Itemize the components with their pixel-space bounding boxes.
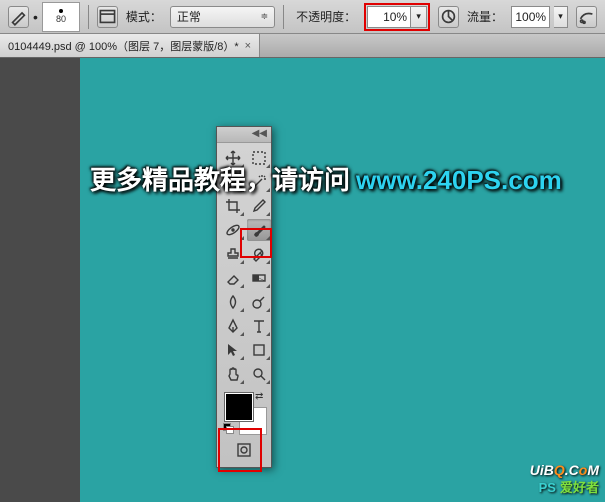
eyedropper-tool[interactable]	[247, 195, 271, 217]
blur-tool[interactable]	[221, 291, 245, 313]
watermark-url: www.240PS.com	[356, 165, 562, 196]
brush-preset-picker[interactable]: 80	[42, 2, 80, 32]
dot-icon: •	[33, 9, 38, 25]
tools-panel-header[interactable]: ◀◀	[217, 127, 271, 143]
watermark-text: 更多精品教程，请访问 www.240PS.com	[90, 160, 562, 197]
collapse-icon[interactable]: ◀◀	[252, 128, 267, 139]
flow-label: 流量：	[467, 8, 503, 25]
type-tool[interactable]	[247, 315, 271, 337]
eraser-tool[interactable]	[221, 267, 245, 289]
separator	[88, 5, 89, 29]
opacity-input[interactable]: 10%	[367, 6, 411, 28]
brush-size-value: 80	[56, 15, 66, 24]
opacity-label: 不透明度：	[296, 8, 356, 25]
shape-tool[interactable]	[247, 339, 271, 361]
brush-tool[interactable]	[247, 219, 271, 241]
path-selection-tool[interactable]	[221, 339, 245, 361]
zoom-tool[interactable]	[247, 363, 271, 385]
close-tab-icon[interactable]: ×	[245, 40, 251, 52]
flow-input[interactable]: 100%	[511, 6, 550, 28]
chevron-updown-icon: ≑	[261, 11, 269, 22]
clone-stamp-tool[interactable]	[221, 243, 245, 265]
brush-panel-toggle[interactable]	[97, 6, 118, 28]
gradient-tool[interactable]	[247, 267, 271, 289]
document-tab[interactable]: 0104449.psd @ 100%（图层 7，图层蒙版/8）* ×	[0, 34, 260, 57]
healing-brush-tool[interactable]	[221, 219, 245, 241]
pen-tool[interactable]	[221, 315, 245, 337]
opacity-value: 10%	[383, 10, 407, 24]
blend-mode-dropdown[interactable]: 正常 ≑	[170, 6, 275, 28]
flow-dropdown-arrow[interactable]: ▾	[554, 6, 568, 28]
options-bar: • 80 模式： 正常 ≑ 不透明度： 10% ▾ 流量： 100% ▾	[0, 0, 605, 34]
hand-tool[interactable]	[221, 363, 245, 385]
corner-watermark-site: UiBQ.CoM	[530, 462, 599, 478]
watermark-prefix: 更多精品教程，请访问	[90, 160, 350, 197]
pressure-opacity-toggle[interactable]	[438, 6, 459, 28]
default-colors-icon[interactable]	[223, 423, 233, 433]
airbrush-toggle[interactable]	[576, 6, 597, 28]
history-brush-tool[interactable]	[247, 243, 271, 265]
workspace-area	[0, 58, 605, 502]
swap-colors-icon[interactable]: ⇄	[255, 391, 263, 402]
crop-tool[interactable]	[221, 195, 245, 217]
canvas[interactable]	[80, 58, 605, 502]
tool-preset-picker[interactable]	[8, 6, 29, 28]
document-tab-bar: 0104449.psd @ 100%（图层 7，图层蒙版/8）* ×	[0, 34, 605, 58]
mode-label: 模式：	[126, 8, 162, 25]
corner-watermark: PS 爱好者	[539, 477, 599, 496]
quick-mask-toggle[interactable]	[232, 439, 256, 461]
dodge-tool[interactable]	[247, 291, 271, 313]
separator	[283, 5, 284, 29]
document-tab-title: 0104449.psd @ 100%（图层 7，图层蒙版/8）*	[8, 38, 239, 54]
opacity-control-highlight: 10% ▾	[364, 3, 430, 31]
foreground-color-swatch[interactable]	[225, 393, 253, 421]
color-swatches: ⇄	[217, 389, 271, 437]
opacity-dropdown-arrow[interactable]: ▾	[411, 6, 427, 28]
blend-mode-value: 正常	[177, 8, 201, 25]
flow-value: 100%	[515, 10, 546, 24]
corner-wm-cn: 爱好者	[560, 480, 599, 495]
corner-wm-ps: PS	[539, 480, 556, 495]
